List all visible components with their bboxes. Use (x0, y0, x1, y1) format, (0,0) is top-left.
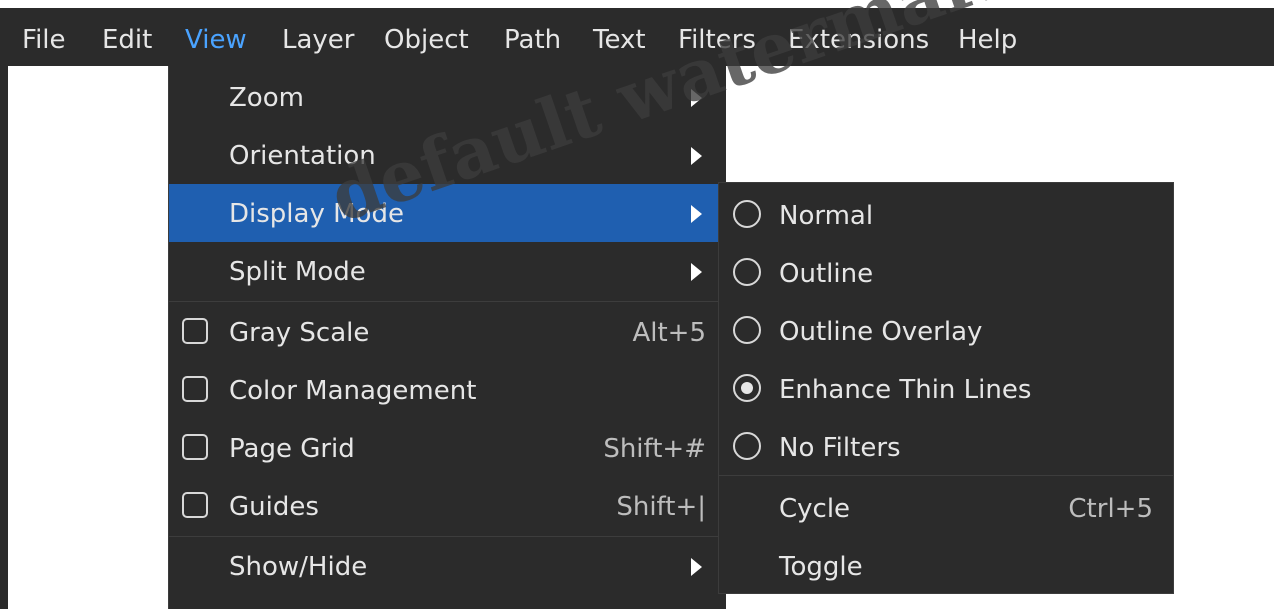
radio-item-enhance-thin-lines[interactable]: Enhance Thin Lines (719, 360, 1173, 418)
radio-item-no-filters[interactable]: No Filters (719, 418, 1173, 476)
menu-filters[interactable]: Filters (678, 8, 756, 66)
view-menu: Zoom Orientation Display Mode Split Mode… (168, 66, 726, 609)
menu-item-orientation[interactable]: Orientation (169, 126, 726, 184)
radio-button-icon[interactable] (733, 316, 761, 344)
menu-item-display-mode[interactable]: Display Mode (169, 184, 726, 242)
menu-view[interactable]: View (185, 8, 247, 66)
radio-item-normal[interactable]: Normal (719, 186, 1173, 244)
menu-help[interactable]: Help (958, 8, 1017, 66)
radio-item-outline-overlay[interactable]: Outline Overlay (719, 302, 1173, 360)
menu-item-label: No Filters (779, 433, 901, 463)
radio-button-selected-icon[interactable] (733, 374, 761, 402)
radio-item-outline[interactable]: Outline (719, 244, 1173, 302)
menu-item-label: Zoom (229, 83, 304, 113)
menu-item-label: Page Grid (229, 434, 355, 464)
radio-button-icon[interactable] (733, 200, 761, 228)
menu-separator (719, 475, 1173, 476)
menu-item-label: Enhance Thin Lines (779, 375, 1032, 405)
menu-item-label: Show/Hide (229, 552, 368, 582)
menu-bar: File Edit View Layer Object Path Text Fi… (0, 8, 1274, 66)
shortcut-label: Ctrl+5 (1068, 494, 1153, 524)
menu-item-label: Toggle (779, 552, 863, 582)
submenu-arrow-icon (691, 89, 702, 107)
menu-separator (169, 301, 726, 302)
menu-item-gray-scale[interactable]: Gray Scale Alt+5 (169, 303, 726, 361)
menu-layer[interactable]: Layer (282, 8, 355, 66)
menu-extensions[interactable]: Extensions (788, 8, 929, 66)
menu-object[interactable]: Object (384, 8, 469, 66)
shortcut-label: Shift+# (603, 434, 706, 464)
menu-edit[interactable]: Edit (102, 8, 152, 66)
window-left-edge (0, 66, 8, 609)
menu-item-label: Cycle (779, 494, 851, 524)
menu-item-label: Orientation (229, 141, 376, 171)
menu-item-label: Display Mode (229, 199, 404, 229)
menu-item-color-management[interactable]: Color Management (169, 361, 726, 419)
checkbox-icon[interactable] (182, 434, 208, 460)
radio-button-icon[interactable] (733, 258, 761, 286)
checkbox-icon[interactable] (182, 376, 208, 402)
submenu-arrow-icon (691, 558, 702, 576)
menu-path[interactable]: Path (504, 8, 561, 66)
menu-file[interactable]: File (22, 8, 66, 66)
shortcut-label: Shift+| (616, 492, 706, 522)
menu-item-split-mode[interactable]: Split Mode (169, 242, 726, 300)
menu-item-label: Guides (229, 492, 319, 522)
menu-item-label: Outline Overlay (779, 317, 983, 347)
display-mode-submenu: Normal Outline Outline Overlay Enhance T… (718, 182, 1174, 594)
menu-item-guides[interactable]: Guides Shift+| (169, 477, 726, 535)
submenu-arrow-icon (691, 147, 702, 165)
menu-item-label: Color Management (229, 376, 477, 406)
menu-item-label: Split Mode (229, 257, 366, 287)
menu-item-page-grid[interactable]: Page Grid Shift+# (169, 419, 726, 477)
checkbox-icon[interactable] (182, 318, 208, 344)
checkbox-icon[interactable] (182, 492, 208, 518)
shortcut-label: Alt+5 (632, 318, 706, 348)
menu-item-label: Normal (779, 201, 874, 231)
menu-text[interactable]: Text (593, 8, 646, 66)
menu-item-label: Outline (779, 259, 874, 289)
submenu-arrow-icon (691, 205, 702, 223)
menu-item-show-hide[interactable]: Show/Hide (169, 537, 726, 595)
submenu-arrow-icon (691, 263, 702, 281)
menu-item-label: Gray Scale (229, 318, 370, 348)
menu-item-cycle[interactable]: Cycle Ctrl+5 (719, 479, 1173, 537)
radio-button-icon[interactable] (733, 432, 761, 460)
menu-item-toggle[interactable]: Toggle (719, 537, 1173, 595)
menu-item-zoom[interactable]: Zoom (169, 68, 726, 126)
